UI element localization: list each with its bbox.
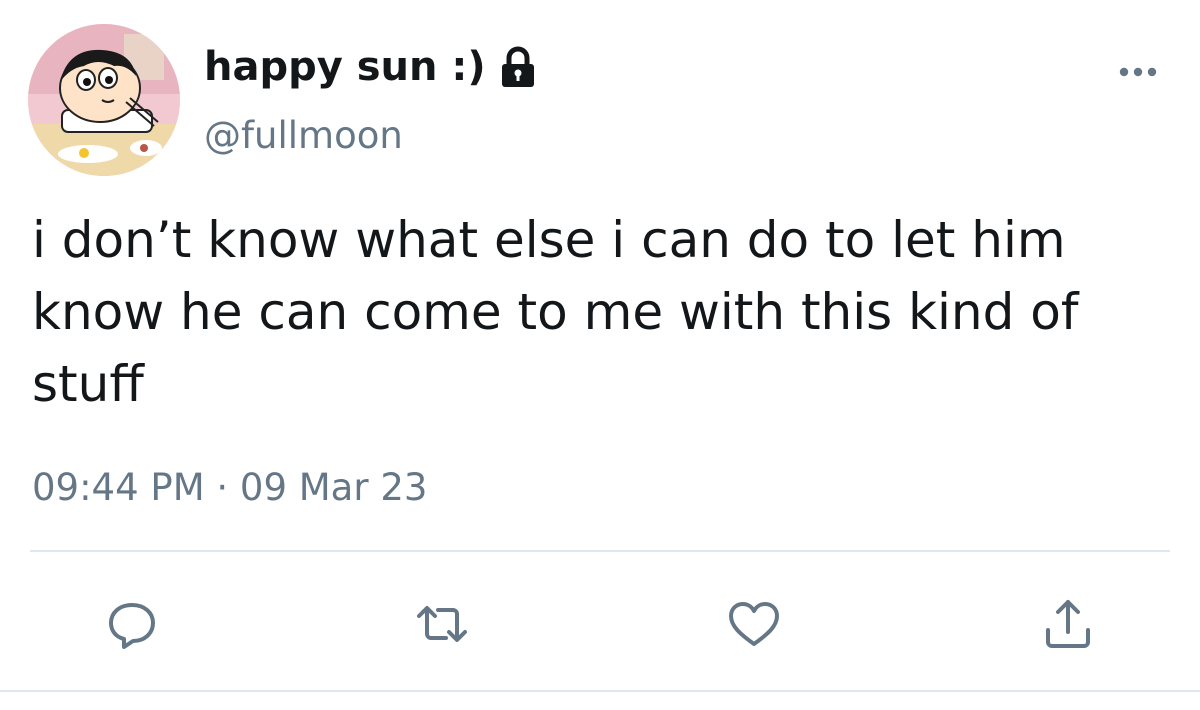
author-row: happy sun :) — [204, 40, 538, 94]
display-name[interactable]: happy sun :) — [204, 44, 486, 90]
more-icon[interactable] — [1116, 62, 1160, 82]
avatar[interactable] — [28, 24, 180, 176]
retweet-icon[interactable] — [414, 596, 470, 652]
heart-icon[interactable] — [726, 596, 782, 652]
handle[interactable]: @fullmoon — [204, 114, 403, 157]
reply-icon[interactable] — [104, 596, 160, 652]
divider — [30, 550, 1170, 552]
timestamp[interactable]: 09:44 PM · 09 Mar 23 — [32, 466, 427, 509]
lock-icon — [498, 45, 538, 89]
bottom-divider — [0, 690, 1200, 692]
share-icon[interactable] — [1040, 596, 1096, 652]
tweet-text: i don’t know what else i can do to let h… — [32, 211, 1079, 413]
